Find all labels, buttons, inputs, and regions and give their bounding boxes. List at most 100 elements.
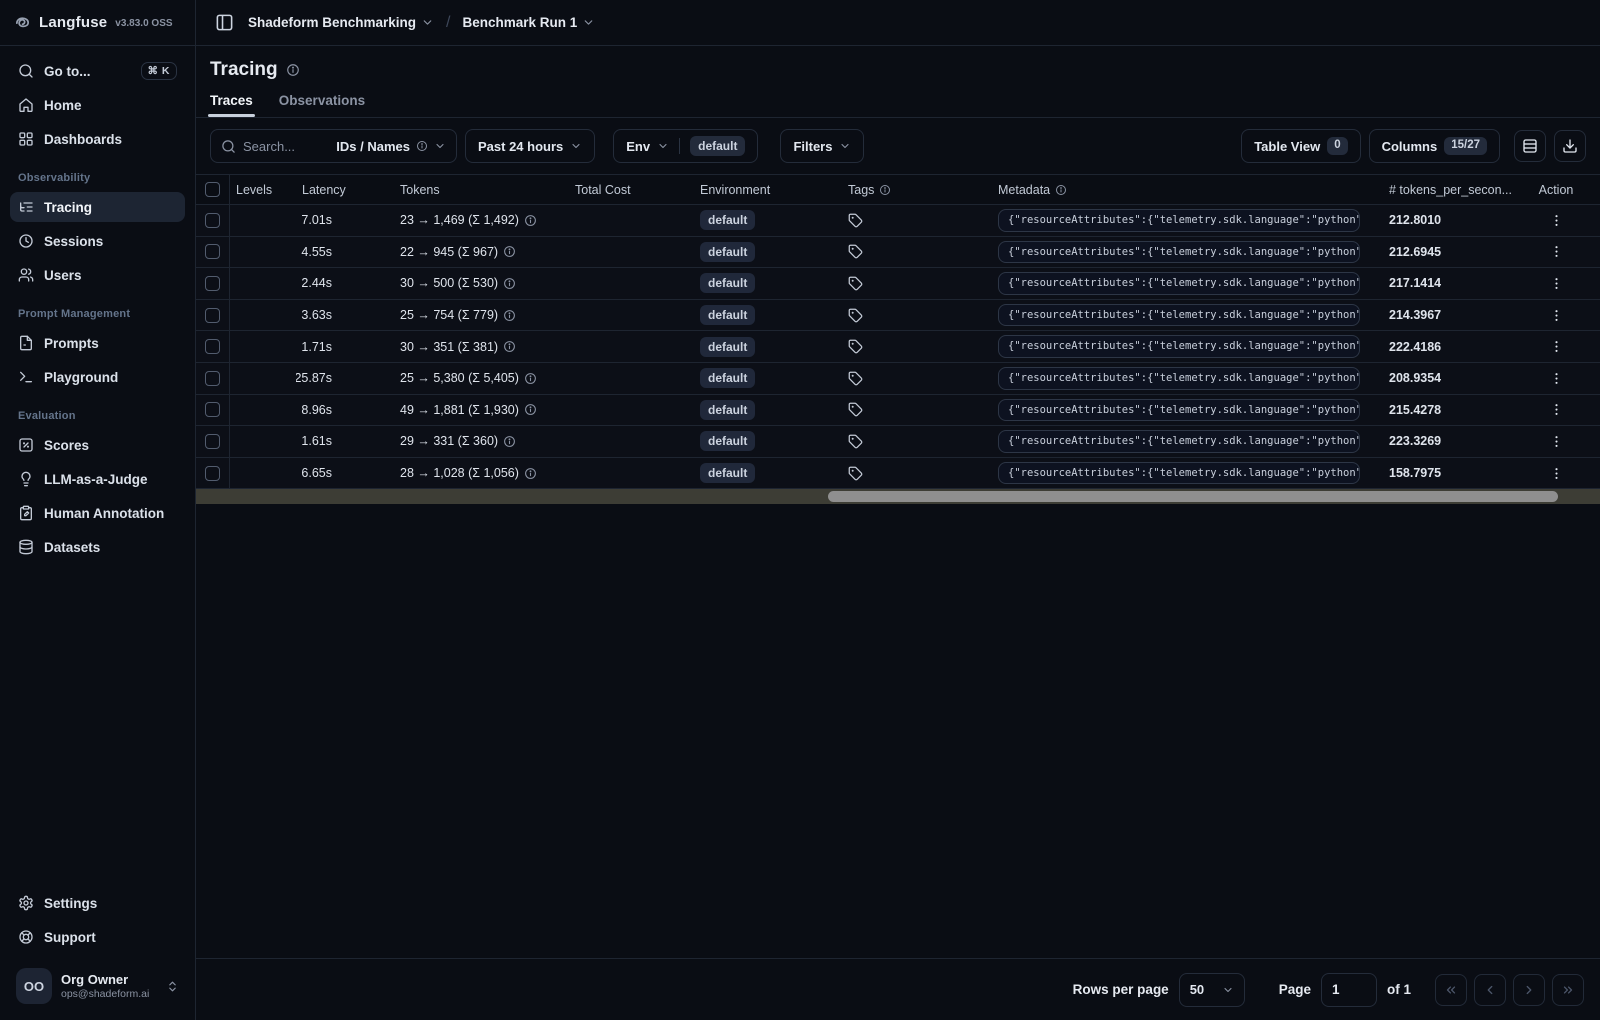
tag-icon[interactable] <box>848 308 863 323</box>
col-header-tokens[interactable]: Tokens <box>390 183 565 197</box>
row-checkbox[interactable] <box>205 433 220 449</box>
search-input[interactable] <box>243 138 321 154</box>
sidebar-item-users[interactable]: Users <box>10 260 185 290</box>
time-range-dropdown[interactable]: Past 24 hours <box>465 129 596 163</box>
row-actions-menu-icon[interactable] <box>1549 402 1564 417</box>
sidebar-toggle-button[interactable] <box>210 9 238 37</box>
info-icon[interactable] <box>503 435 516 448</box>
scrollbar-thumb[interactable] <box>827 491 1558 503</box>
sidebar-item-scores[interactable]: Scores <box>10 430 185 460</box>
user-menu[interactable]: OO Org Owner ops@shadeform.ai <box>10 964 185 1008</box>
export-button[interactable] <box>1554 130 1586 162</box>
metadata-pill[interactable]: {"resourceAttributes":{"telemetry.sdk.la… <box>998 430 1360 453</box>
info-icon[interactable] <box>503 277 516 290</box>
row-checkbox[interactable] <box>205 465 220 481</box>
tag-icon[interactable] <box>848 244 863 259</box>
horizontal-scrollbar[interactable] <box>196 489 1600 505</box>
table-row[interactable]: 8.96s 49 → 1,881 (Σ 1,930) default {"res… <box>196 394 1600 427</box>
sidebar-item-tracing[interactable]: Tracing <box>10 192 185 222</box>
row-actions-menu-icon[interactable] <box>1549 434 1564 449</box>
table-row[interactable]: 25.87s 25 → 5,380 (Σ 5,405) default {"re… <box>196 362 1600 395</box>
tab-traces[interactable]: Traces <box>208 93 255 117</box>
select-all-checkbox[interactable] <box>205 182 220 197</box>
sidebar-item-human-annotation[interactable]: Human Annotation <box>10 498 185 528</box>
col-header-metadata[interactable]: Metadata <box>990 183 1380 197</box>
page-number-input[interactable] <box>1320 972 1377 1007</box>
info-icon[interactable] <box>286 63 300 77</box>
sidebar-item-playground[interactable]: Playground <box>10 362 185 392</box>
table-row[interactable]: 6.65s 28 → 1,028 (Σ 1,056) default {"res… <box>196 457 1600 490</box>
table-row[interactable]: 4.55s 22 → 945 (Σ 967) default {"resourc… <box>196 236 1600 269</box>
col-header-tags[interactable]: Tags <box>838 183 990 197</box>
row-checkbox[interactable] <box>205 212 220 228</box>
row-actions-menu-icon[interactable] <box>1549 371 1564 386</box>
rows-per-page-select[interactable]: 50 <box>1178 972 1245 1007</box>
table-view-button[interactable]: Table View 0 <box>1241 129 1361 163</box>
col-header-total-cost[interactable]: Total Cost <box>565 183 690 197</box>
row-checkbox[interactable] <box>205 339 220 355</box>
info-icon[interactable] <box>524 403 537 416</box>
row-checkbox[interactable] <box>205 244 220 260</box>
breadcrumb-project[interactable]: Benchmark Run 1 <box>463 15 596 30</box>
row-checkbox[interactable] <box>205 275 220 291</box>
row-actions-menu-icon[interactable] <box>1549 276 1564 291</box>
first-page-button[interactable] <box>1435 973 1467 1006</box>
tag-icon[interactable] <box>848 339 863 354</box>
row-actions-menu-icon[interactable] <box>1549 213 1564 228</box>
env-dropdown[interactable]: Env default <box>613 129 759 163</box>
sidebar-item-llm-as-a-judge[interactable]: LLM-as-a-Judge <box>10 464 185 494</box>
tag-icon[interactable] <box>848 276 863 291</box>
row-actions-menu-icon[interactable] <box>1549 466 1564 481</box>
row-checkbox[interactable] <box>205 402 220 418</box>
tab-observations[interactable]: Observations <box>279 93 365 117</box>
table-row[interactable]: 1.71s 30 → 351 (Σ 381) default {"resourc… <box>196 331 1600 363</box>
last-page-button[interactable] <box>1552 973 1584 1006</box>
col-header-tokens-per-second[interactable]: # tokens_per_secon... <box>1380 183 1512 197</box>
sidebar-item-home[interactable]: Home <box>10 90 185 120</box>
row-actions-menu-icon[interactable] <box>1549 308 1564 323</box>
metadata-pill[interactable]: {"resourceAttributes":{"telemetry.sdk.la… <box>998 398 1360 422</box>
row-checkbox[interactable] <box>205 370 220 386</box>
table-row[interactable]: 3.63s 25 → 754 (Σ 779) default {"resourc… <box>196 299 1600 332</box>
table-row[interactable]: 7.01s 23 → 1,469 (Σ 1,492) default {"res… <box>196 205 1600 237</box>
metadata-pill[interactable]: {"resourceAttributes":{"telemetry.sdk.la… <box>998 335 1360 358</box>
info-icon[interactable] <box>503 340 516 353</box>
sidebar-item-support[interactable]: Support <box>10 922 185 952</box>
metadata-pill[interactable]: {"resourceAttributes":{"telemetry.sdk.la… <box>998 240 1360 264</box>
sidebar-item-prompts[interactable]: Prompts <box>10 328 185 358</box>
row-actions-menu-icon[interactable] <box>1549 339 1564 354</box>
goto-search[interactable]: Go to... ⌘ K <box>10 56 185 86</box>
next-page-button[interactable] <box>1513 973 1545 1006</box>
info-icon[interactable] <box>524 372 537 385</box>
breadcrumb-org[interactable]: Shadeform Benchmarking <box>248 15 434 30</box>
sidebar-item-settings[interactable]: Settings <box>10 888 185 918</box>
search-box[interactable]: IDs / Names <box>210 129 457 163</box>
tag-icon[interactable] <box>848 434 863 449</box>
col-header-levels[interactable]: Levels <box>230 183 296 197</box>
col-header-latency[interactable]: Latency <box>296 183 390 197</box>
info-icon[interactable] <box>524 214 537 227</box>
table-row[interactable]: 2.44s 30 → 500 (Σ 530) default {"resourc… <box>196 268 1600 300</box>
info-icon[interactable] <box>503 245 516 258</box>
row-checkbox[interactable] <box>205 307 220 323</box>
previous-page-button[interactable] <box>1474 973 1506 1006</box>
sidebar-item-datasets[interactable]: Datasets <box>10 532 185 562</box>
row-height-button[interactable] <box>1514 130 1546 162</box>
metadata-pill[interactable]: {"resourceAttributes":{"telemetry.sdk.la… <box>998 303 1360 327</box>
sidebar-item-dashboards[interactable]: Dashboards <box>10 124 185 154</box>
tag-icon[interactable] <box>848 371 863 386</box>
table-row[interactable]: 1.61s 29 → 331 (Σ 360) default {"resourc… <box>196 426 1600 458</box>
columns-button[interactable]: Columns 15/27 <box>1368 129 1500 163</box>
row-actions-menu-icon[interactable] <box>1549 244 1564 259</box>
col-header-environment[interactable]: Environment <box>690 183 838 197</box>
search-mode-dropdown[interactable]: IDs / Names <box>336 139 446 154</box>
tag-icon[interactable] <box>848 466 863 481</box>
tag-icon[interactable] <box>848 213 863 228</box>
info-icon[interactable] <box>503 309 516 322</box>
info-icon[interactable] <box>524 467 537 480</box>
sidebar-item-sessions[interactable]: Sessions <box>10 226 185 256</box>
tag-icon[interactable] <box>848 402 863 417</box>
metadata-pill[interactable]: {"resourceAttributes":{"telemetry.sdk.la… <box>998 209 1360 232</box>
metadata-pill[interactable]: {"resourceAttributes":{"telemetry.sdk.la… <box>998 367 1360 390</box>
metadata-pill[interactable]: {"resourceAttributes":{"telemetry.sdk.la… <box>998 461 1360 485</box>
